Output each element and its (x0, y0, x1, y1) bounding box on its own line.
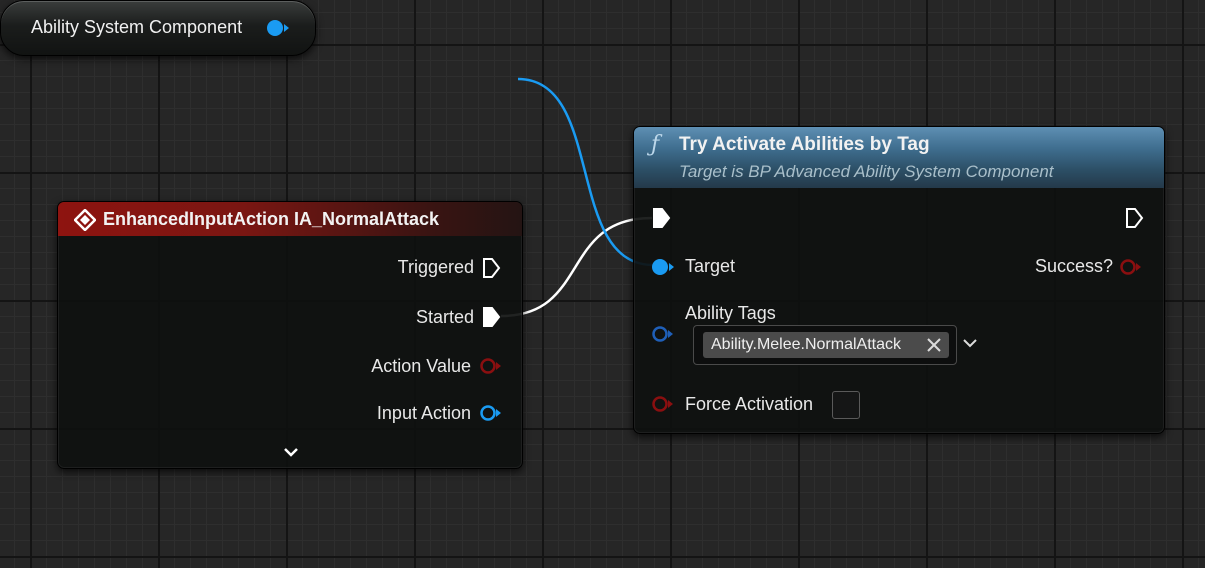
object-output-pin-icon[interactable] (266, 18, 290, 38)
input-action-pin-icon[interactable] (479, 403, 503, 423)
tags-dropdown-chevron-icon[interactable] (962, 337, 978, 349)
event-diamond-icon (74, 209, 96, 231)
function-node-subtitle: Target is BP Advanced Ability System Com… (679, 162, 1054, 181)
ability-tag-text: Ability.Melee.NormalAttack (711, 336, 901, 353)
action-value-pin-icon[interactable] (479, 356, 503, 376)
success-pin-label: Success? (1034, 256, 1113, 276)
remove-tag-close-icon[interactable] (925, 336, 943, 354)
input-action-pin-label: Input Action (376, 403, 471, 423)
chevron-down-icon[interactable] (282, 446, 300, 458)
function-node-title: Try Activate Abilities by Tag (679, 134, 930, 155)
enhanced-input-action-node[interactable]: EnhancedInputAction IA_NormalAttack Trig… (57, 201, 523, 469)
force-activation-checkbox[interactable] (832, 391, 860, 419)
exec-input-pin-icon[interactable] (652, 207, 672, 229)
started-pin-label: Started (415, 307, 474, 327)
function-icon: ƒ (651, 132, 660, 157)
event-node-title: EnhancedInputAction IA_NormalAttack (103, 209, 440, 229)
success-pin-icon[interactable] (1119, 257, 1143, 277)
target-pin-icon[interactable] (651, 257, 675, 277)
force-activation-pin-icon[interactable] (651, 394, 675, 414)
force-activation-pin-label: Force Activation (685, 394, 814, 414)
variable-name-label: Ability System Component (31, 17, 243, 37)
exec-output-pin-icon[interactable] (1125, 207, 1145, 229)
ability-system-component-node[interactable]: Ability System Component (0, 0, 316, 56)
ability-tags-field[interactable]: Ability.Melee.NormalAttack (693, 325, 957, 365)
exec-wire (500, 216, 653, 318)
target-pin-label: Target (685, 256, 736, 276)
triggered-pin-label: Triggered (397, 257, 474, 277)
started-exec-pin-icon[interactable] (482, 306, 502, 328)
ability-tag-chip[interactable]: Ability.Melee.NormalAttack (703, 332, 949, 358)
event-node-header: EnhancedInputAction IA_NormalAttack (58, 202, 522, 236)
triggered-exec-pin-icon[interactable] (482, 257, 502, 279)
ability-tags-pin-label: Ability Tags (685, 303, 776, 323)
try-activate-abilities-node[interactable]: ƒ Try Activate Abilities by Tag Target i… (633, 126, 1165, 434)
ability-tags-pin-icon[interactable] (651, 324, 675, 344)
action-value-pin-label: Action Value (371, 356, 471, 376)
function-node-header: ƒ Try Activate Abilities by Tag Target i… (634, 127, 1164, 188)
